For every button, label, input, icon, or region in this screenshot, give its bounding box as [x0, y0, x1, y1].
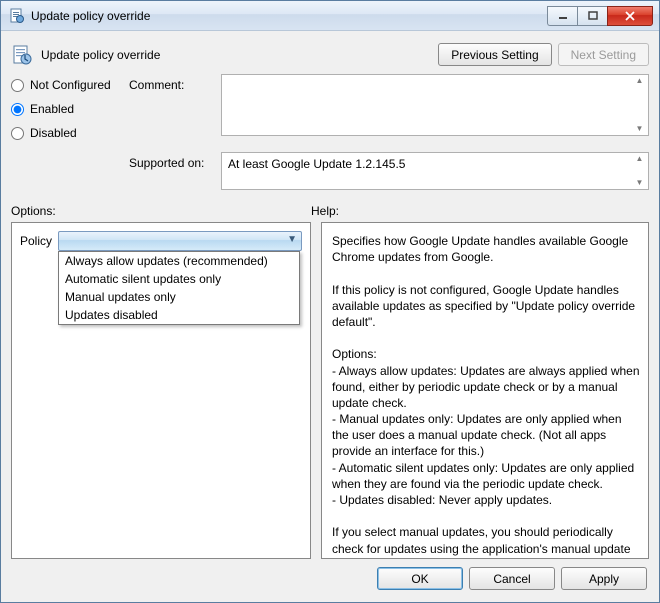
dialog-window: Update policy override	[0, 0, 660, 603]
scroll-up-icon: ▲	[632, 76, 647, 86]
policy-option[interactable]: Automatic silent updates only	[59, 270, 299, 288]
radio-not-configured-label: Not Configured	[30, 78, 111, 92]
chevron-down-icon: ▼	[287, 234, 297, 245]
policy-icon	[11, 44, 33, 66]
radio-enabled-input[interactable]	[11, 103, 24, 116]
supported-on-text: At least Google Update 1.2.145.5	[228, 157, 405, 171]
lower-labels: Options: Help:	[11, 204, 649, 218]
supported-scrollbar[interactable]: ▲ ▼	[632, 154, 647, 188]
cancel-button[interactable]: Cancel	[469, 567, 555, 590]
radio-disabled-input[interactable]	[11, 127, 24, 140]
policy-option[interactable]: Manual updates only	[59, 288, 299, 306]
help-text: Specifies how Google Update handles avai…	[330, 231, 644, 559]
state-radio-group: Not Configured Enabled Disabled	[11, 74, 123, 140]
policy-option[interactable]: Updates disabled	[59, 306, 299, 324]
upper-grid: Not Configured Enabled Disabled Comment:…	[11, 74, 649, 190]
policy-dropdown-list[interactable]: Always allow updates (recommended) Autom…	[58, 251, 300, 325]
ok-button[interactable]: OK	[377, 567, 463, 590]
minimize-button[interactable]	[547, 6, 577, 26]
content-area: Update policy override Previous Setting …	[1, 31, 659, 602]
apply-button[interactable]: Apply	[561, 567, 647, 590]
scroll-down-icon: ▼	[632, 124, 647, 134]
scroll-down-icon: ▼	[632, 178, 647, 188]
footer-buttons: OK Cancel Apply	[11, 559, 649, 592]
policy-combobox[interactable]: ▼	[58, 231, 302, 251]
window-title: Update policy override	[31, 9, 547, 23]
next-setting-button[interactable]: Next Setting	[558, 43, 649, 66]
help-panel: Specifies how Google Update handles avai…	[321, 222, 649, 559]
radio-enabled[interactable]: Enabled	[11, 102, 123, 116]
radio-disabled-label: Disabled	[30, 126, 77, 140]
comment-scrollbar[interactable]: ▲ ▼	[632, 76, 647, 134]
header-row: Update policy override Previous Setting …	[11, 39, 649, 74]
scroll-up-icon: ▲	[632, 154, 647, 164]
radio-not-configured[interactable]: Not Configured	[11, 78, 123, 92]
lower-panels: Policy ▼ Always allow updates (recommend…	[11, 222, 649, 559]
maximize-button[interactable]	[577, 6, 607, 26]
policy-option[interactable]: Always allow updates (recommended)	[59, 252, 299, 270]
help-label: Help:	[311, 204, 339, 218]
previous-setting-button[interactable]: Previous Setting	[438, 43, 551, 66]
comment-label: Comment:	[129, 74, 215, 92]
page-heading: Update policy override	[41, 48, 438, 62]
options-panel: Policy ▼ Always allow updates (recommend…	[11, 222, 311, 559]
options-label: Options:	[11, 204, 311, 218]
titlebar: Update policy override	[1, 1, 659, 31]
radio-not-configured-input[interactable]	[11, 79, 24, 92]
policy-label: Policy	[20, 234, 52, 248]
app-icon	[9, 8, 25, 24]
radio-enabled-label: Enabled	[30, 102, 74, 116]
close-button[interactable]	[607, 6, 653, 26]
radio-disabled[interactable]: Disabled	[11, 126, 123, 140]
window-controls	[547, 6, 653, 26]
supported-on-box: At least Google Update 1.2.145.5 ▲ ▼	[221, 152, 649, 190]
comment-textarea[interactable]: ▲ ▼	[221, 74, 649, 136]
supported-label: Supported on:	[129, 152, 215, 170]
